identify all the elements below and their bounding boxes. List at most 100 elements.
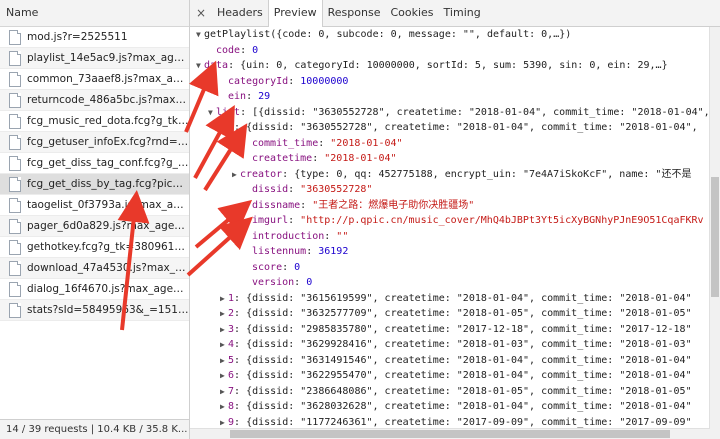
detail-tabs: × Headers Preview Response Cookies Timin… <box>190 0 720 27</box>
request-name: stats?sId=58495963&_=15153... <box>27 304 189 316</box>
json-value: "http://p.qpic.cn/music_cover/MhQ4bJBPt3… <box>300 215 704 226</box>
json-tree-line: ein: 29 <box>190 89 710 105</box>
request-row[interactable]: taogelist_0f3793a.js?max_age... <box>0 195 189 216</box>
json-key: code <box>216 44 241 56</box>
horizontal-scrollbar[interactable] <box>190 428 710 439</box>
request-row[interactable]: returncode_486a5bc.js?max_a... <box>0 90 189 111</box>
json-tree-line[interactable]: ▼ getPlaylist({code: 0, subcode: 0, messa… <box>190 27 710 43</box>
request-row[interactable]: playlist_14e5ac9.js?max_age=3... <box>0 48 189 69</box>
request-row[interactable]: fcg_getuser_infoEx.fcg?rnd=25... <box>0 132 189 153</box>
json-tree-line: imgurl: "http://p.qpic.cn/music_cover/Mh… <box>190 213 710 229</box>
json-value: 0 <box>252 44 259 56</box>
json-tree-line[interactable]: ▶ 4: {dissid: "3629928416", createtime: "… <box>190 337 710 353</box>
json-tree-line[interactable]: ▶ 7: {dissid: "2386648086", createtime: "… <box>190 384 710 400</box>
request-row[interactable]: pager_6d0a829.js?max_age=3... <box>0 216 189 237</box>
vertical-scroll-thumb[interactable] <box>711 177 719 297</box>
request-name: download_47a4530.js?max_age... <box>27 262 189 274</box>
request-row[interactable]: fcg_get_diss_tag_conf.fcg?g_tk... <box>0 153 189 174</box>
json-tree-line[interactable]: ▶ 2: {dissid: "3632577709", createtime: "… <box>190 306 710 322</box>
json-punctuation: : {dissid: "3631491546", createtime: "20… <box>234 354 692 366</box>
collapsed-triangle-icon[interactable]: ▶ <box>220 306 228 322</box>
expanded-triangle-icon[interactable]: ▼ <box>196 27 204 43</box>
json-punctuation: : <box>318 137 331 149</box>
json-punctuation: : {dissid: "1177246361", createtime: "20… <box>234 416 692 428</box>
json-tree-line: commit_time: "2018-01-04" <box>190 136 710 152</box>
name-column-header[interactable]: Name <box>0 0 189 27</box>
request-row[interactable]: fcg_music_red_dota.fcg?g_tk=... <box>0 111 189 132</box>
json-punctuation: : <box>240 44 253 56</box>
json-preview-tree: ▼ getPlaylist({code: 0, subcode: 0, messa… <box>190 27 710 439</box>
request-row[interactable]: common_73aaef8.js?max_age... <box>0 69 189 90</box>
json-key: version <box>252 277 295 288</box>
json-tree-line[interactable]: ▶ creator: {type: 0, qq: 452775188, encry… <box>190 167 710 183</box>
request-row[interactable]: stats?sId=58495963&_=15153... <box>0 300 189 321</box>
horizontal-scroll-thumb[interactable] <box>230 430 670 438</box>
json-tree-line[interactable]: ▶ 3: {dissid: "2985835780", createtime: "… <box>190 322 710 338</box>
request-name: fcg_get_diss_by_tag.fcg?picmi... <box>27 178 189 190</box>
json-value: 36192 <box>318 246 349 257</box>
collapsed-triangle-icon[interactable]: ▶ <box>220 353 228 369</box>
json-tree-line[interactable]: ▼ 0: {dissid: "3630552728", createtime: "… <box>190 120 710 136</box>
json-tree-line: dissname: "王者之路：燃爆电子助你决胜疆场" <box>190 198 710 214</box>
file-icon <box>9 176 21 192</box>
request-name: fcg_get_diss_tag_conf.fcg?g_tk... <box>27 157 189 169</box>
json-punctuation: : <box>288 184 301 195</box>
request-row[interactable]: mod.js?r=2525511 <box>0 27 189 48</box>
file-icon <box>9 92 21 108</box>
json-value: "" <box>336 230 349 242</box>
request-row[interactable]: fcg_get_diss_by_tag.fcg?picmi... <box>0 174 189 195</box>
request-row[interactable]: gethotkey.fcg?g_tk=38096105... <box>0 237 189 258</box>
file-icon <box>9 113 21 129</box>
close-icon[interactable]: × <box>190 0 212 26</box>
collapsed-triangle-icon[interactable]: ▶ <box>220 291 228 307</box>
vertical-scrollbar[interactable] <box>709 27 720 439</box>
collapsed-triangle-icon[interactable]: ▶ <box>220 399 228 415</box>
file-icon <box>9 71 21 87</box>
tab-cookies[interactable]: Cookies <box>385 0 438 26</box>
request-name: dialog_16f4670.js?max_age=3... <box>27 283 189 295</box>
file-icon <box>9 260 21 276</box>
json-punctuation: : <box>324 230 337 242</box>
collapsed-triangle-icon[interactable]: ▶ <box>220 368 228 384</box>
json-value: "3630552728" <box>300 184 373 195</box>
json-tree-line[interactable]: ▼ list: [{dissid: "3630552728", createtim… <box>190 105 710 121</box>
tab-timing[interactable]: Timing <box>439 0 486 26</box>
collapsed-triangle-icon[interactable]: ▶ <box>220 337 228 353</box>
json-tree-line: introduction: "" <box>190 229 710 245</box>
expanded-triangle-icon[interactable]: ▼ <box>208 105 216 121</box>
json-key: imgurl <box>252 215 289 226</box>
tab-preview[interactable]: Preview <box>267 0 323 27</box>
json-key: introduction <box>252 230 325 242</box>
json-punctuation: : <box>294 277 307 288</box>
json-tree-line[interactable]: ▶ 1: {dissid: "3615619599", createtime: "… <box>190 291 710 307</box>
json-key: score <box>252 261 283 273</box>
file-icon <box>9 218 21 234</box>
file-icon <box>9 134 21 150</box>
expanded-triangle-icon[interactable]: ▼ <box>220 120 228 136</box>
collapsed-triangle-icon[interactable]: ▶ <box>220 322 228 338</box>
json-key: createtime <box>252 153 313 164</box>
json-tree-line[interactable]: ▶ 6: {dissid: "3622955470", createtime: "… <box>190 368 710 384</box>
json-tree-line[interactable]: ▼ data: {uin: 0, categoryId: 10000000, so… <box>190 58 710 74</box>
request-row[interactable]: dialog_16f4670.js?max_age=3... <box>0 279 189 300</box>
request-row[interactable]: download_47a4530.js?max_age... <box>0 258 189 279</box>
expanded-triangle-icon[interactable]: ▼ <box>196 58 204 74</box>
collapsed-triangle-icon[interactable]: ▶ <box>232 167 240 183</box>
json-tree-line[interactable]: ▶ 5: {dissid: "3631491546", createtime: "… <box>190 353 710 369</box>
request-name: fcg_getuser_infoEx.fcg?rnd=25... <box>27 136 189 148</box>
json-tree-line: dissid: "3630552728" <box>190 182 710 198</box>
json-tree-line[interactable]: ▶ 8: {dissid: "3628032628", createtime: "… <box>190 399 710 415</box>
json-punctuation: getPlaylist({code: 0, subcode: 0, messag… <box>204 29 572 40</box>
json-value: "2018-01-04" <box>324 153 397 164</box>
json-tree-line: version: 0 <box>190 275 710 291</box>
file-icon <box>9 281 21 297</box>
tab-headers[interactable]: Headers <box>212 0 268 26</box>
tab-response[interactable]: Response <box>323 0 386 26</box>
json-punctuation: : <box>246 91 259 102</box>
json-key: ein <box>228 91 247 102</box>
json-value: 0 <box>294 261 301 273</box>
json-tree-line: categoryId: 10000000 <box>190 74 710 90</box>
request-name: returncode_486a5bc.js?max_a... <box>27 94 189 106</box>
preview-panel: × Headers Preview Response Cookies Timin… <box>190 0 720 439</box>
collapsed-triangle-icon[interactable]: ▶ <box>220 384 228 400</box>
